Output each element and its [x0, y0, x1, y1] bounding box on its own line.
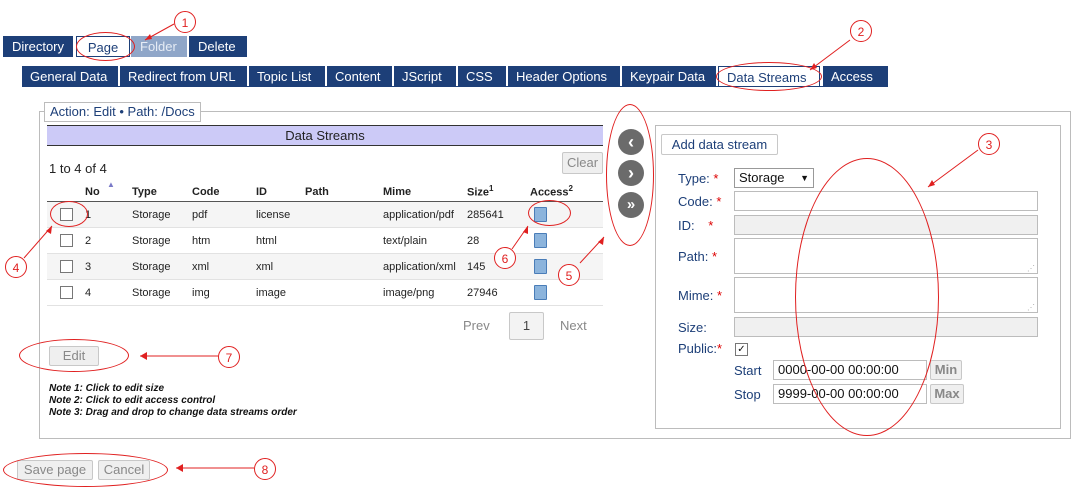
annotation-ellipse-arrows: [606, 104, 654, 246]
annotation-ellipse-page-tab: [76, 32, 135, 61]
annotation-ellipse-edit: [19, 339, 129, 372]
annotation-8: 8: [254, 458, 276, 480]
annotation-2: 2: [850, 20, 872, 42]
annotation-ellipse-form-fields: [795, 158, 939, 436]
annotation-ellipse-access: [528, 200, 571, 226]
annotation-4: 4: [5, 256, 27, 278]
annotation-ellipse-footer: [3, 453, 168, 487]
annotation-ellipse-checkbox: [50, 201, 88, 227]
annotation-ellipse-data-streams-tab: [716, 62, 822, 91]
annotation-5: 5: [558, 264, 580, 286]
annotation-7: 7: [218, 346, 240, 368]
annotation-6: 6: [494, 247, 516, 269]
annotation-1: 1: [174, 11, 196, 33]
annotation-3: 3: [978, 133, 1000, 155]
